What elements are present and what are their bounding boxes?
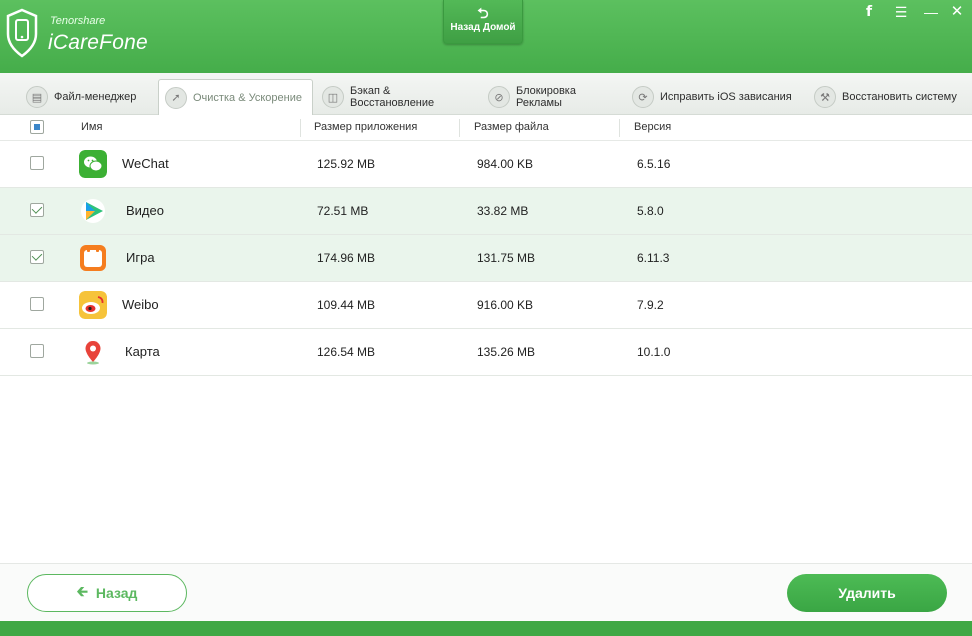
- minimize-icon[interactable]: —: [921, 3, 941, 21]
- brand-name: iCareFone: [48, 31, 148, 54]
- tab-backup-restore[interactable]: ◫ Бэкап & Восстановление: [316, 79, 476, 115]
- file-size: 131.75 MB: [477, 251, 536, 265]
- refresh-icon: ⟳: [632, 86, 654, 108]
- wrench-icon: ⚒: [814, 86, 836, 108]
- app-header: Tenorshare iCareFone ⮌ Назад Домой f ☰ —…: [0, 0, 972, 73]
- column-divider: [300, 119, 301, 137]
- app-name: Игра: [126, 250, 155, 265]
- app-size: 174.96 MB: [317, 251, 376, 265]
- map-app-icon: [79, 338, 107, 366]
- column-header-version[interactable]: Версия: [634, 121, 671, 133]
- tab-label: Восстановить систему: [842, 91, 957, 103]
- backup-icon: ◫: [322, 86, 344, 108]
- video-app-icon: [81, 199, 105, 223]
- tab-ad-block[interactable]: ⊘ Блокировка Рекламы: [482, 79, 622, 115]
- ad-block-icon: ⊘: [488, 86, 510, 108]
- app-name: Карта: [125, 344, 160, 359]
- app-size: 72.51 MB: [317, 204, 369, 218]
- table-row[interactable]: Карта 126.54 MB 135.26 MB 10.1.0: [0, 329, 972, 376]
- rocket-icon: ➚: [165, 86, 187, 109]
- row-checkbox[interactable]: [30, 297, 44, 311]
- menu-icon[interactable]: ☰: [891, 3, 911, 21]
- column-header-file-size[interactable]: Размер файла: [474, 121, 549, 133]
- back-button[interactable]: 🡰 Назад: [27, 574, 187, 612]
- delete-button-label: Удалить: [838, 585, 896, 601]
- app-name: Видео: [126, 203, 164, 218]
- tab-label: Исправить iOS зависания: [660, 91, 792, 103]
- tab-fix-ios[interactable]: ⟳ Исправить iOS зависания: [626, 79, 796, 115]
- app-name: WeChat: [122, 156, 169, 171]
- tab-clean-speedup[interactable]: ➚ Очистка & Ускорение: [158, 79, 313, 116]
- file-size: 33.82 MB: [477, 204, 529, 218]
- table-row[interactable]: Видео 72.51 MB 33.82 MB 5.8.0: [0, 188, 972, 235]
- app-size: 109.44 MB: [317, 298, 376, 312]
- file-size: 135.26 MB: [477, 345, 536, 359]
- weibo-icon: [79, 291, 107, 319]
- column-header-name[interactable]: Имя: [81, 121, 102, 133]
- tab-file-manager[interactable]: ▤ Файл-менеджер: [20, 79, 152, 115]
- home-button-label: Назад Домой: [450, 22, 516, 33]
- table-row[interactable]: Weibo 109.44 MB 916.00 KB 7.9.2: [0, 282, 972, 329]
- bottom-status-bar: [0, 621, 972, 636]
- close-icon[interactable]: ✕: [947, 3, 967, 21]
- app-version: 5.8.0: [637, 204, 664, 218]
- home-button[interactable]: ⮌ Назад Домой: [443, 0, 523, 44]
- column-divider: [619, 119, 620, 137]
- file-size: 916.00 KB: [477, 298, 534, 312]
- app-version: 7.9.2: [637, 298, 664, 312]
- game-app-icon: [80, 245, 106, 271]
- brand-vendor: Tenorshare: [50, 15, 106, 27]
- table-header: Имя Размер приложения Размер файла Верси…: [0, 115, 972, 141]
- row-checkbox[interactable]: [30, 156, 44, 170]
- file-size: 984.00 KB: [477, 157, 534, 171]
- back-button-label: Назад: [95, 585, 138, 601]
- tab-label: Бэкап & Восстановление: [350, 85, 435, 109]
- app-size: 125.92 MB: [317, 157, 376, 171]
- tab-label: Очистка & Ускорение: [193, 91, 302, 104]
- row-checkbox[interactable]: [30, 203, 44, 217]
- icarefone-logo-icon: [6, 8, 38, 58]
- wechat-icon: [79, 150, 107, 178]
- column-header-app-size[interactable]: Размер приложения: [314, 121, 417, 133]
- select-all-checkbox[interactable]: [30, 120, 44, 134]
- feature-tabs: ▤ Файл-менеджер ➚ Очистка & Ускорение ◫ …: [0, 73, 972, 116]
- tab-label: Файл-менеджер: [54, 91, 137, 103]
- row-checkbox[interactable]: [30, 250, 44, 264]
- footer-bar: 🡰 Назад Удалить: [0, 563, 972, 621]
- app-name: Weibo: [122, 297, 159, 312]
- table-row[interactable]: Игра 174.96 MB 131.75 MB 6.11.3: [0, 235, 972, 282]
- home-return-icon: ⮌: [477, 5, 489, 21]
- facebook-icon[interactable]: f: [859, 3, 879, 21]
- app-version: 10.1.0: [637, 345, 671, 359]
- app-version: 6.11.3: [637, 251, 670, 265]
- delete-button[interactable]: Удалить: [787, 574, 947, 612]
- column-divider: [459, 119, 460, 137]
- tab-repair-system[interactable]: ⚒ Восстановить систему: [808, 79, 966, 115]
- file-manager-icon: ▤: [26, 86, 48, 108]
- app-size: 126.54 MB: [317, 345, 376, 359]
- table-row[interactable]: WeChat 125.92 MB 984.00 KB 6.5.16: [0, 141, 972, 188]
- row-checkbox[interactable]: [30, 344, 44, 358]
- app-version: 6.5.16: [637, 157, 671, 171]
- tab-label: Блокировка Рекламы: [516, 85, 576, 109]
- arrow-left-icon: 🡰: [76, 583, 88, 599]
